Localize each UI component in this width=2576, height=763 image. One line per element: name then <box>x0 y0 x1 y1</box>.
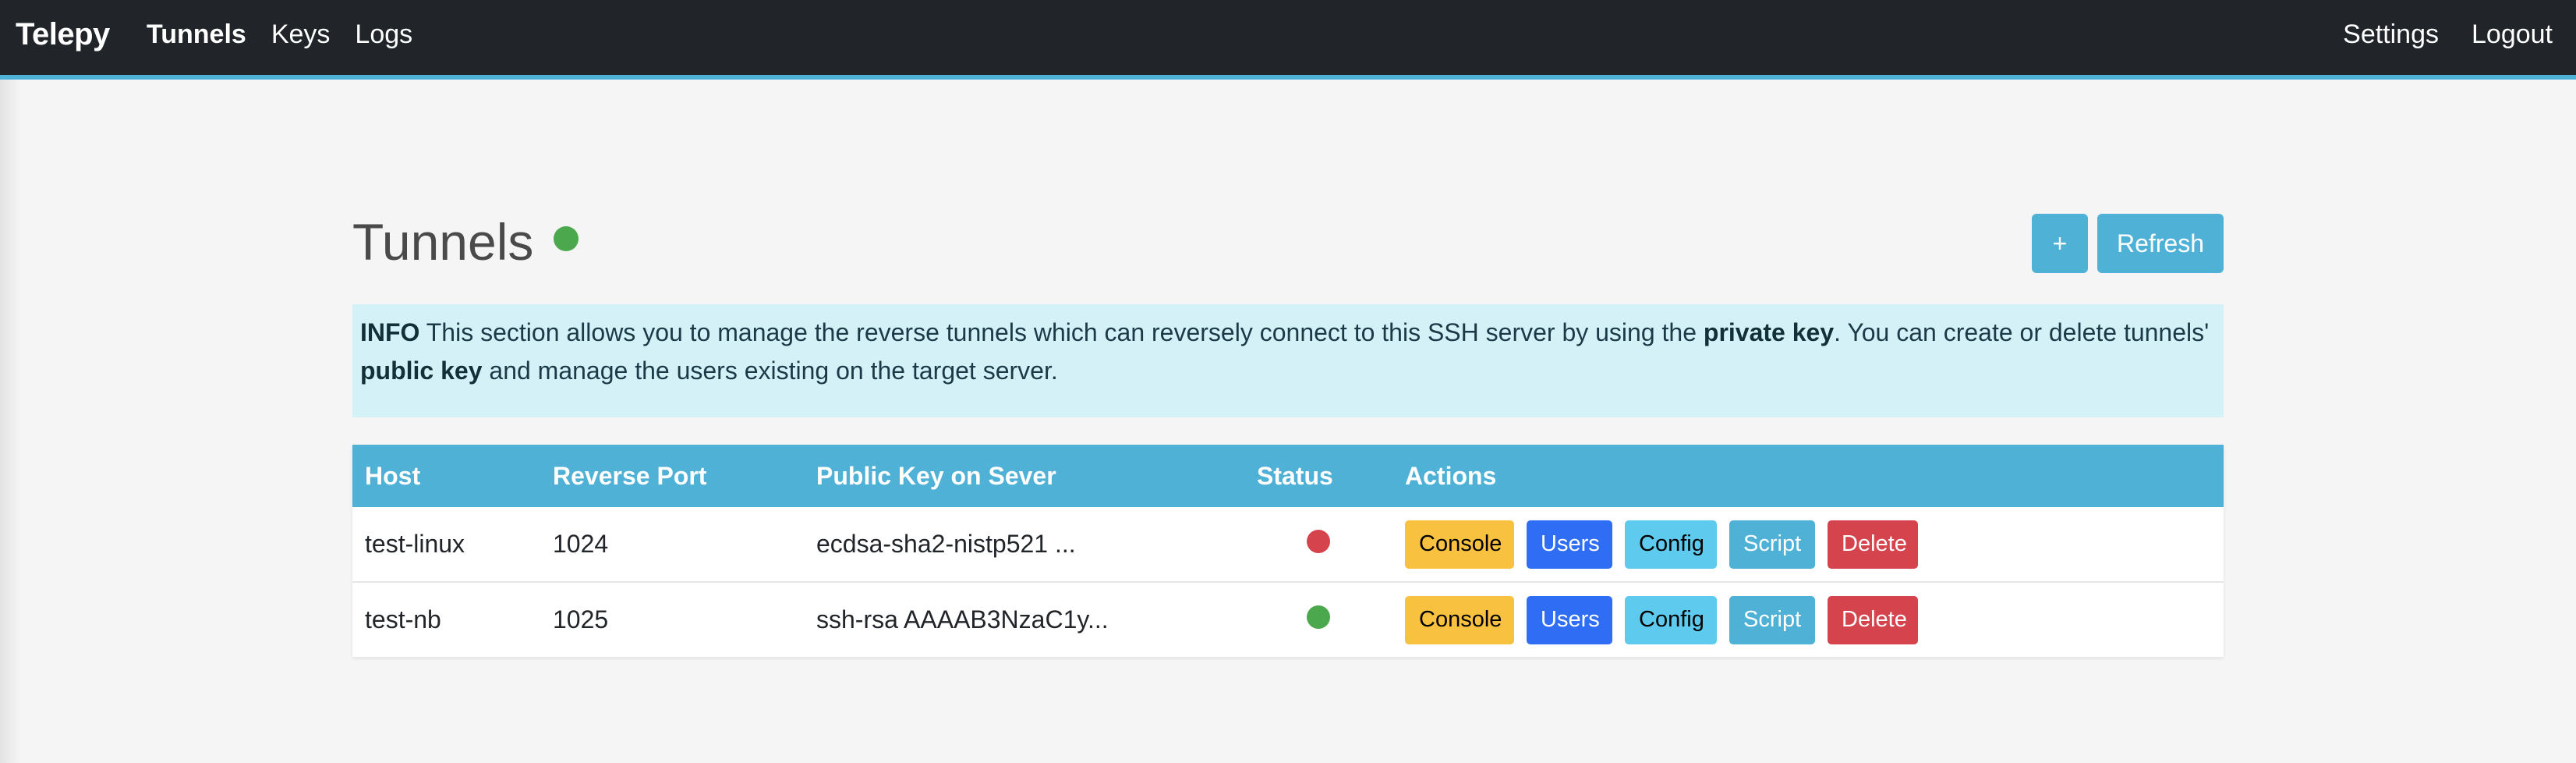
nav-link-logout[interactable]: Logout <box>2472 20 2553 50</box>
header-public-key: Public Key on Sever <box>816 461 1056 490</box>
cell-host: test-nb <box>365 605 441 633</box>
header-reverse-port: Reverse Port <box>553 461 707 490</box>
nav-link-settings[interactable]: Settings <box>2343 20 2439 50</box>
table-row: test-linux 1024 ecdsa-sha2-nistp521 ... … <box>352 507 2224 582</box>
info-bold-private-key: private key <box>1703 318 1835 346</box>
config-button[interactable]: Config <box>1625 520 1717 569</box>
main-container: Tunnels + Refresh INFO This section allo… <box>352 203 2224 657</box>
row-actions: Console Users Config Script Delete <box>1405 595 2211 644</box>
console-button[interactable]: Console <box>1405 595 1514 644</box>
nav-link-tunnels[interactable]: Tunnels <box>147 20 246 50</box>
console-button[interactable]: Console <box>1405 520 1514 569</box>
header-status: Status <box>1257 461 1333 490</box>
page-header: Tunnels + Refresh <box>352 203 2224 304</box>
delete-button[interactable]: Delete <box>1828 595 1918 644</box>
cell-public-key: ssh-rsa AAAAB3NzaC1y... <box>816 605 1109 633</box>
cell-actions: Console Users Config Script Delete <box>1392 582 2224 657</box>
status-offline-dot <box>1307 529 1330 553</box>
cell-status <box>1244 582 1392 657</box>
info-text-1: This section allows you to manage the re… <box>419 318 1704 346</box>
nav-link-logs[interactable]: Logs <box>355 20 412 50</box>
table-row: test-nb 1025 ssh-rsa AAAAB3NzaC1y... Con… <box>352 582 2224 657</box>
page-title: Tunnels <box>352 213 534 271</box>
cell-public-key: ecdsa-sha2-nistp521 ... <box>816 530 1076 558</box>
info-alert: INFO This section allows you to manage t… <box>352 304 2224 417</box>
server-status-dot <box>554 226 579 251</box>
nav-link-keys[interactable]: Keys <box>271 20 331 50</box>
cell-port: 1024 <box>553 530 609 558</box>
config-button[interactable]: Config <box>1625 595 1717 644</box>
table-header-row: Host Reverse Port Public Key on Sever St… <box>352 445 2224 507</box>
row-actions: Console Users Config Script Delete <box>1405 520 2211 569</box>
users-button[interactable]: Users <box>1527 520 1612 569</box>
refresh-button[interactable]: Refresh <box>2097 214 2224 273</box>
left-edge-shade <box>0 80 20 763</box>
script-button[interactable]: Script <box>1729 520 1815 569</box>
header-host: Host <box>365 461 421 490</box>
cell-host: test-linux <box>365 530 465 558</box>
info-text-2: . You can create or delete tunnels' <box>1834 318 2210 346</box>
info-bold-public-key: public key <box>360 357 483 385</box>
page-actions: + Refresh <box>2032 214 2224 273</box>
info-text-3: and manage the users existing on the tar… <box>482 357 1058 385</box>
nav-left-links: Tunnels Keys Logs <box>147 20 412 50</box>
add-tunnel-button[interactable]: + <box>2032 214 2088 273</box>
users-button[interactable]: Users <box>1527 595 1612 644</box>
tunnels-table: Host Reverse Port Public Key on Sever St… <box>352 445 2224 657</box>
nav-right-links: Settings Logout <box>2343 20 2553 50</box>
cell-port: 1025 <box>553 605 609 633</box>
cell-actions: Console Users Config Script Delete <box>1392 507 2224 582</box>
info-label: INFO <box>360 318 420 346</box>
script-button[interactable]: Script <box>1729 595 1815 644</box>
status-online-dot <box>1307 605 1330 629</box>
delete-button[interactable]: Delete <box>1828 520 1918 569</box>
cell-status <box>1244 507 1392 582</box>
brand-logo[interactable]: Telepy <box>16 17 110 52</box>
header-actions: Actions <box>1405 461 1497 490</box>
tunnels-table-wrapper: Host Reverse Port Public Key on Sever St… <box>352 445 2224 657</box>
top-navbar: Telepy Tunnels Keys Logs Settings Logout <box>0 0 2576 80</box>
